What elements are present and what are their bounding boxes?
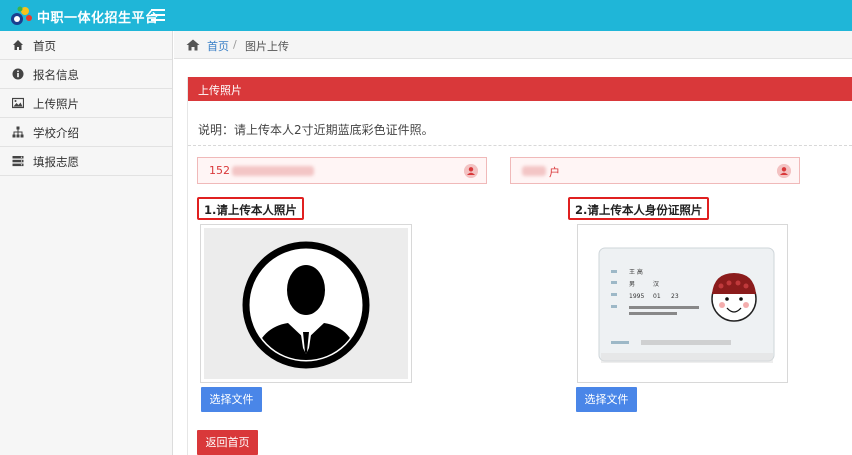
divider xyxy=(188,145,852,146)
sidebar-item-label: 首页 xyxy=(33,39,56,53)
sidebar-item-home[interactable]: 首页 xyxy=(0,31,172,60)
sidebar: 首页 报名信息 上传照片 学校介绍 填报志愿 xyxy=(0,31,173,455)
masked-text xyxy=(522,166,546,176)
sidebar-item-label: 报名信息 xyxy=(33,68,79,82)
image-icon xyxy=(12,97,24,109)
breadcrumb-home-link[interactable]: 首页 xyxy=(207,38,229,54)
id-card-preview: 王 高 男 汉 1995 01 23 xyxy=(577,224,788,383)
upload-notice: 说明：请上传本人2寸近期蓝底彩色证件照。 xyxy=(198,123,434,137)
id-upload-label: 2.请上传本人身份证照片 xyxy=(568,197,710,220)
user-icon xyxy=(777,164,791,178)
logo-icon xyxy=(11,6,32,25)
phone-value: 152 xyxy=(209,164,230,177)
panel-title: 上传照片 xyxy=(198,84,242,97)
user-icon xyxy=(464,164,478,178)
sidebar-item-fill-preferences[interactable]: 填报志愿 xyxy=(0,147,172,176)
hamburger-menu-icon[interactable] xyxy=(151,9,165,21)
back-home-button[interactable]: 返回首页 xyxy=(197,430,258,455)
sidebar-item-upload-photo[interactable]: 上传照片 xyxy=(0,89,172,118)
photo-upload-label: 1.请上传本人照片 xyxy=(197,197,304,220)
panel-header: 上传照片 xyxy=(188,77,852,101)
phone-field[interactable]: 152 xyxy=(197,157,487,184)
id-card-gender: 男 xyxy=(629,281,635,288)
sidebar-item-label: 学校介绍 xyxy=(33,126,79,140)
avatar-placeholder-icon xyxy=(242,241,370,369)
sitemap-icon xyxy=(12,126,24,138)
home-icon xyxy=(186,39,200,51)
id-card-name: 王 高 xyxy=(629,268,643,276)
breadcrumb: 首页 / 图片上传 xyxy=(174,31,852,59)
name-field[interactable]: 户 xyxy=(510,157,800,184)
sidebar-item-registration[interactable]: 报名信息 xyxy=(0,60,172,89)
choose-id-file-button[interactable]: 选择文件 xyxy=(576,387,637,412)
photo-preview xyxy=(200,224,412,383)
home-icon xyxy=(13,40,23,50)
name-value: 户 xyxy=(549,166,560,179)
masked-text xyxy=(232,166,314,176)
sidebar-item-label: 填报志愿 xyxy=(33,155,79,169)
choose-photo-file-button[interactable]: 选择文件 xyxy=(201,387,262,412)
brand-title: 中职一体化招生平台 xyxy=(37,11,159,26)
breadcrumb-current: 图片上传 xyxy=(245,40,289,53)
id-card-month: 01 xyxy=(653,293,661,300)
id-card-nation: 汉 xyxy=(653,280,659,288)
top-navbar: 中职一体化招生平台 xyxy=(0,0,852,31)
sidebar-item-school-intro[interactable]: 学校介绍 xyxy=(0,118,172,147)
sidebar-item-label: 上传照片 xyxy=(33,97,79,111)
id-card-day: 23 xyxy=(671,293,679,300)
id-card-sample-image: 王 高 男 汉 1995 01 23 xyxy=(598,247,775,363)
list-icon xyxy=(12,156,24,167)
breadcrumb-separator: / xyxy=(233,38,237,51)
id-card-year: 1995 xyxy=(629,293,644,300)
info-icon xyxy=(12,68,24,80)
